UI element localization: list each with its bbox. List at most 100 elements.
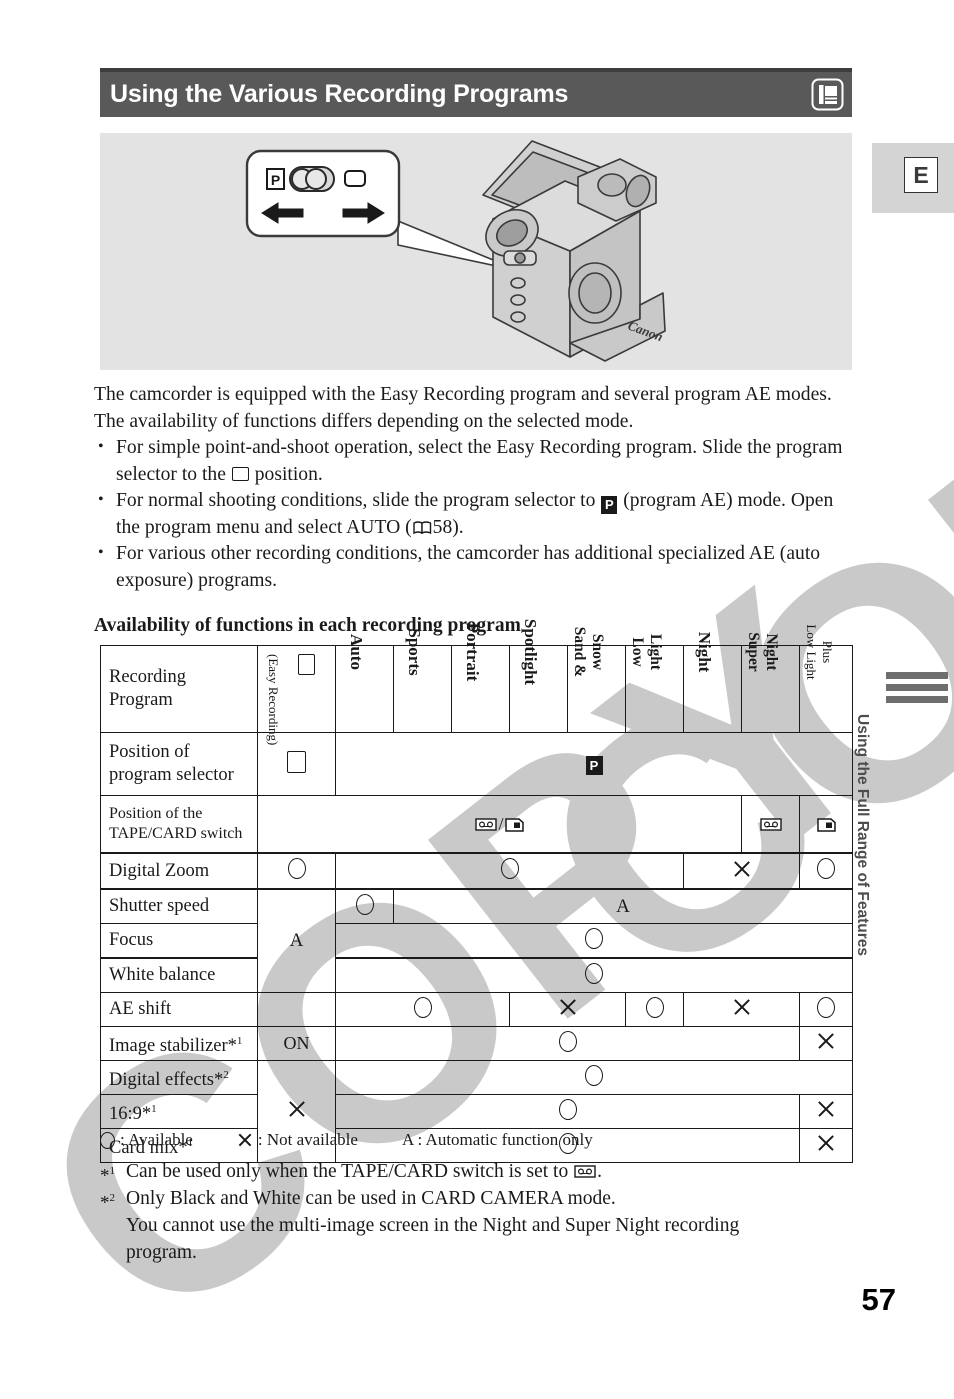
row-label-line1: AE shift [109, 999, 172, 1019]
column-header-super-night: Super Night [741, 632, 800, 733]
column-header-super-night-line2: Night [762, 633, 780, 671]
column-header-low-light-plus-line2: Plus [820, 640, 835, 664]
footnote-2: *2 Only Black and White can be used in CA… [100, 1185, 860, 1213]
bullet-2-text-c: ). [452, 516, 464, 538]
cell-stabilizer-easy-on: ON [257, 1026, 336, 1061]
available-circle-icon [558, 1030, 577, 1052]
easy-recording-rect-icon [297, 654, 315, 675]
available-circle-icon [585, 962, 603, 984]
bullet-2-page-ref: 58 [432, 516, 453, 538]
chapter-tab-letter: E [904, 157, 938, 193]
column-header-sand-snow-line2: Snow [588, 633, 606, 671]
cell-aeshift-lowlightplus [799, 992, 853, 1027]
legend-available-label: : Available [120, 1130, 193, 1149]
footnote-2-line1: Only Black and White can be used in CARD… [126, 1188, 616, 1209]
row-label-white-balance: White balance [100, 957, 258, 993]
available-circle-icon [500, 858, 519, 879]
cell-shutterspeed-sports-lowlightplus: A [393, 888, 853, 924]
column-header-spotlight-label: Spotlight [520, 618, 540, 686]
footnote-1-text-a: Can be used only when the TAPE/CARD swit… [126, 1161, 569, 1182]
book-reference-icon [412, 516, 432, 534]
tape-icon [574, 1159, 596, 1178]
column-header-night-label: Night [694, 631, 714, 673]
not-available-cross-icon [816, 1031, 836, 1051]
bullet-2-text-a: For normal shooting conditions, slide th… [116, 490, 596, 511]
cell-169-auto-supernight [335, 1094, 800, 1129]
cell-focus-all [335, 923, 853, 959]
cell-whitebalance-all [335, 957, 853, 993]
cell-stabilizer-auto-supernight [335, 1026, 800, 1061]
footnote-1: *1 Can be used only when the TAPE/CARD sw… [100, 1158, 860, 1186]
cell-aeshift-spotlight-sandsnow [509, 992, 626, 1027]
available-circle-icon [645, 996, 664, 1018]
running-head: Using the Full Range of Features [854, 672, 954, 956]
footnote-2-line3: program. [126, 1242, 197, 1263]
table-header-row: Recording Program (Easy Recording) Auto … [100, 619, 853, 745]
column-header-low-light: Low Light [625, 634, 684, 733]
column-header-auto: Auto [335, 634, 394, 733]
cell-digitaleffects-all [335, 1060, 853, 1095]
intro-paragraph: The camcorder is equipped with the Easy … [94, 384, 832, 432]
available-circle-icon [100, 1131, 115, 1149]
not-available-cross-icon [732, 859, 752, 879]
bullet-1-text-a: For simple point-and-shoot operation, se… [116, 437, 843, 485]
cell-digitalzoom-night-supernight [683, 852, 800, 890]
legend-available: : Available [100, 1130, 193, 1150]
on-label: ON [283, 1033, 310, 1053]
footnote-2-mark: *2 [100, 1192, 115, 1214]
cell-easy-merged-automatic: A [257, 888, 336, 993]
cell-aeshift-auto-portrait [335, 992, 510, 1027]
table-row: Position of the TAPE/CARD switch / [100, 795, 853, 854]
row-label-line2: TAPE/CARD switch [109, 825, 243, 842]
card-icon [504, 816, 524, 832]
bullet-item-easy-recording: For simple point-and-shoot operation, se… [94, 434, 854, 488]
row-label-line1: Image stabilizer*1 [109, 1034, 243, 1056]
not-available-cross-icon [287, 1099, 307, 1119]
column-header-sand-snow: Sand & Snow [567, 627, 626, 733]
column-header-low-light-line2: Light [646, 633, 664, 671]
row-label-line1: Shutter speed [109, 896, 210, 916]
table-row: 16:9*1 [100, 1094, 853, 1129]
column-header-low-light-line1: Low [628, 637, 646, 667]
body-copy: The camcorder is equipped with the Easy … [94, 382, 854, 594]
footnotes: *1 Can be used only when the TAPE/CARD sw… [100, 1158, 860, 1266]
tape-icon [759, 815, 782, 831]
row-label-program-selector-position: Position of program selector [100, 732, 258, 796]
cell-stabilizer-lowlightplus [799, 1026, 853, 1061]
tape-icon [475, 815, 498, 831]
column-header-auto-label: Auto [346, 634, 366, 670]
illustration-panel: P Canon [100, 133, 852, 370]
table-row: Digital Zoom [100, 852, 853, 890]
column-header-spotlight: Spotlight [509, 619, 568, 733]
easy-recording-rect-icon [287, 750, 306, 773]
running-head-bar-1 [886, 672, 948, 679]
row-label-line1: Digital effects*2 [109, 1068, 229, 1090]
not-available-cross-icon [558, 997, 578, 1017]
cell-aeshift-night-supernight [683, 992, 800, 1027]
footnote-1-text-b: . [597, 1161, 602, 1182]
available-circle-icon [585, 1064, 603, 1086]
column-header-easy-recording: (Easy Recording) [257, 645, 336, 745]
available-circle-icon [817, 858, 835, 879]
card-icon [816, 816, 836, 832]
legend-line: : Available : Not available A : Automati… [100, 1130, 860, 1150]
legend-not-available: : Not available [237, 1130, 358, 1150]
header-top-strip [100, 68, 852, 72]
cell-aeshift-easy-blank [257, 992, 336, 1027]
chapter-tab: E [872, 143, 954, 213]
table-corner-label: Recording Program [100, 645, 258, 733]
page-number: 57 [861, 1282, 896, 1317]
corner-label-line1: Recording [109, 667, 187, 687]
cell-digitalzoom-auto-lowlight [335, 852, 684, 890]
corner-label-line2: Program [109, 690, 173, 710]
legend-automatic: A : Automatic function only [402, 1130, 593, 1150]
svg-text:P: P [271, 172, 280, 188]
cell-tapecard-night [741, 795, 800, 854]
not-available-cross-icon [237, 1132, 253, 1148]
cell-tapecard-main: / [257, 795, 742, 854]
cell-tapecard-lowlightplus [799, 795, 853, 854]
bullet-list: For simple point-and-shoot operation, se… [94, 434, 854, 594]
column-header-low-light-plus-line1: Low Light [804, 624, 819, 680]
table-row: Shutter speed A A [100, 888, 853, 993]
row-label-line1: White balance [109, 965, 216, 985]
